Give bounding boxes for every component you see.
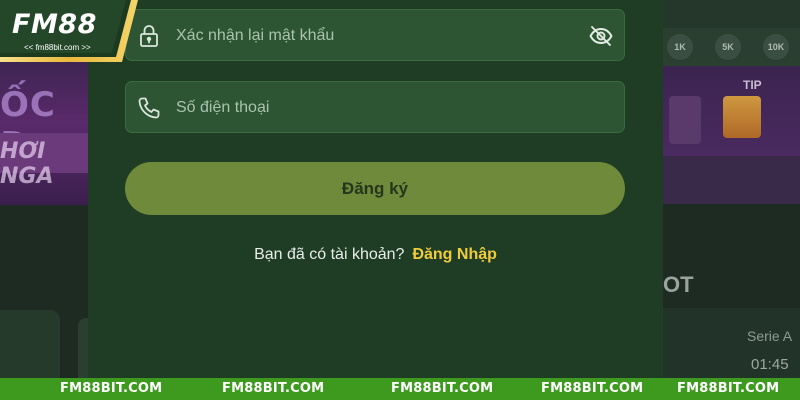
background-league-label: Serie A (747, 328, 793, 344)
confirm-password-field[interactable] (125, 9, 625, 62)
background-hot-label: OT (663, 272, 694, 297)
background-chip: 1K (667, 34, 693, 60)
lock-icon (136, 23, 162, 49)
eye-slash-icon[interactable] (588, 23, 614, 49)
footer-domain: FM88BIT.COM (677, 381, 780, 396)
background-play-label: HƠI NGA (0, 139, 54, 189)
background-chip-row: 1K 5K 10K (663, 28, 800, 66)
gift-icon (723, 96, 761, 138)
login-link[interactable]: Đăng Nhập (412, 246, 496, 263)
logo-url-text: << fm88bit.com >> (24, 43, 91, 52)
background-tip-label: TIP (743, 78, 762, 92)
phone-icon (136, 95, 162, 121)
background-card (78, 318, 88, 380)
background-match-time: 01:45 (751, 356, 789, 373)
phone-input[interactable] (174, 82, 578, 134)
footer-domain: FM88BIT.COM (222, 381, 325, 396)
login-prompt-row: Bạn đã có tài khoản? Đăng Nhập (88, 246, 663, 264)
register-panel: Đăng ký Bạn đã có tài khoản? Đăng Nhập (88, 0, 663, 378)
background-right: 1K 5K 10K TIP OT Serie A 01:45 (663, 0, 800, 378)
background-promo-banner: ỐC Đ HƠI NGA (0, 55, 88, 205)
register-button[interactable]: Đăng ký (125, 162, 625, 215)
background-band (663, 156, 800, 204)
logo-brand-text: FM88 (12, 9, 97, 40)
confirm-password-input[interactable] (174, 10, 578, 62)
background-tip-panel: TIP (663, 66, 800, 156)
footer-domain: FM88BIT.COM (391, 381, 494, 396)
login-prompt-text: Bạn đã có tài khoản? (254, 246, 405, 263)
background-chip: 10K (763, 34, 789, 60)
phone-field[interactable] (125, 81, 625, 134)
footer-domain: FM88BIT.COM (541, 381, 644, 396)
background-card (0, 310, 60, 380)
site-logo[interactable]: FM88 << fm88bit.com >> (0, 0, 138, 62)
background-tile (669, 96, 701, 144)
background-chip: 5K (715, 34, 741, 60)
footer-domain: FM88BIT.COM (60, 381, 163, 396)
background-play-button: HƠI NGA (0, 133, 88, 189)
background-notice-bar (663, 0, 800, 28)
footer-strip: FM88BIT.COM FM88BIT.COM FM88BIT.COM FM88… (0, 378, 800, 400)
